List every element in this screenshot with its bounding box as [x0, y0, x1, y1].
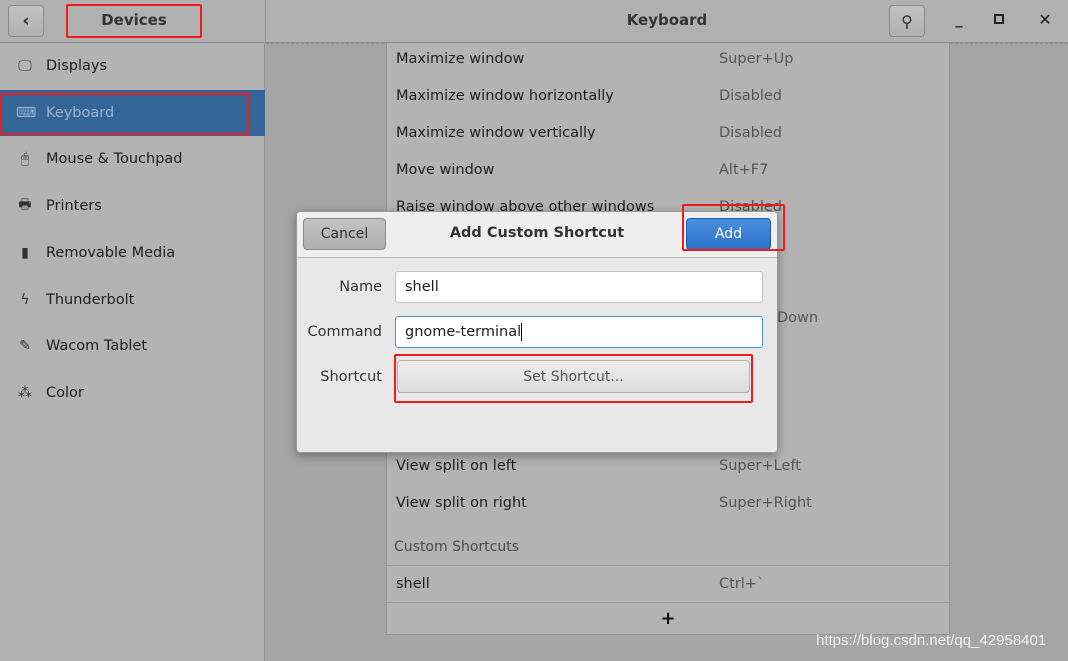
shortcut-keys: Super+Right: [719, 494, 812, 511]
search-button[interactable]: ⚲: [889, 5, 925, 37]
shortcut-keys: Super+Up: [719, 50, 794, 67]
shortcut-row[interactable]: Maximize window Super+Up: [387, 40, 949, 77]
shortcut-keys: Disabled: [719, 87, 782, 104]
maximize-button[interactable]: [994, 14, 1004, 24]
display-icon: 🖵: [18, 58, 32, 74]
sidebar-item-label: Thunderbolt: [46, 291, 135, 308]
section-heading: Custom Shortcuts: [394, 539, 520, 555]
highlight-box: [0, 93, 250, 135]
thunderbolt-icon: ϟ: [20, 291, 30, 308]
shortcut-label: Shortcut: [320, 369, 382, 385]
usb-drive-icon: ▮: [21, 244, 29, 261]
shortcut-action: View split on right: [396, 494, 527, 511]
sidebar-item-label: Removable Media: [46, 244, 176, 261]
sidebar-item-label: Color: [46, 384, 84, 401]
shortcut-action: View split on left: [396, 457, 517, 474]
text-cursor: [521, 323, 523, 341]
sidebar-item-thunderbolt[interactable]: ϟ Thunderbolt: [0, 277, 265, 323]
shortcut-keys: Disabled: [719, 124, 782, 141]
watermark: https://blog.csdn.net/qq_42958401: [816, 632, 1047, 649]
mouse-icon: 🖱: [20, 151, 30, 168]
minimize-button[interactable]: _: [950, 12, 968, 30]
add-shortcut-button[interactable]: +: [387, 603, 949, 634]
shortcut-action: Maximize window: [396, 50, 525, 67]
divider: [265, 0, 266, 43]
sidebar-item-color[interactable]: ⁂ Color: [0, 370, 265, 416]
shortcut-keys: Down: [777, 309, 819, 326]
shortcut-action: shell: [396, 576, 430, 592]
dialog-title: Add Custom Shortcut: [449, 225, 625, 241]
shortcut-action: Maximize window vertically: [396, 124, 596, 141]
shortcut-action: Move window: [396, 161, 495, 178]
close-button[interactable]: ✕: [1036, 10, 1054, 30]
shortcut-keys: Ctrl+`: [719, 576, 765, 592]
sidebar-item-displays[interactable]: 🖵 Displays: [0, 43, 265, 89]
command-value: gnome-terminal: [405, 324, 522, 340]
shortcut-row[interactable]: shell Ctrl+`: [387, 565, 949, 603]
printer-icon: 🖶: [18, 197, 32, 214]
minimize-icon: _: [955, 12, 963, 28]
shortcut-keys: Alt+F7: [719, 161, 769, 178]
cancel-button[interactable]: Cancel: [303, 218, 386, 250]
sidebar-item-label: Mouse & Touchpad: [46, 151, 183, 168]
search-icon: ⚲: [901, 11, 913, 31]
sidebar-item-label: Displays: [46, 58, 108, 74]
name-label: Name: [339, 279, 382, 295]
highlight-box: [66, 4, 202, 38]
highlight-box: [394, 354, 753, 403]
close-icon: ✕: [1038, 10, 1052, 29]
sidebar-item-removable-media[interactable]: ▮ Removable Media: [0, 230, 265, 276]
shortcut-action: Maximize window horizontally: [396, 87, 614, 104]
shortcut-keys: Super+Left: [719, 457, 801, 474]
color-icon: ⁂: [18, 384, 32, 401]
shortcut-row[interactable]: Maximize window vertically Disabled: [387, 114, 949, 151]
command-input[interactable]: gnome-terminal: [395, 316, 763, 348]
shortcut-row[interactable]: Maximize window horizontally Disabled: [387, 77, 949, 114]
back-button[interactable]: ‹: [8, 5, 44, 37]
sidebar-item-label: Printers: [46, 198, 102, 215]
highlight-box: [682, 204, 785, 251]
name-input[interactable]: shell: [395, 271, 763, 303]
shortcut-row[interactable]: View split on right Super+Right: [387, 484, 949, 521]
panel-title: Keyboard: [626, 11, 708, 29]
sidebar-item-label: Wacom Tablet: [46, 338, 148, 355]
sidebar-item-printers[interactable]: 🖶 Printers: [0, 183, 265, 229]
sidebar: 🖵 Displays ⌨ Keyboard 🖱 Mouse & Touchpad 🖶 Prin…: [0, 43, 265, 661]
chevron-left-icon: ‹: [22, 11, 30, 31]
shortcut-row[interactable]: Move window Alt+F7: [387, 151, 949, 188]
command-label: Command: [307, 324, 382, 340]
sidebar-item-wacom-tablet[interactable]: ✎ Wacom Tablet: [0, 323, 265, 369]
sidebar-item-mouse-touchpad[interactable]: 🖱 Mouse & Touchpad: [0, 136, 265, 182]
tablet-icon: ✎: [19, 338, 31, 355]
